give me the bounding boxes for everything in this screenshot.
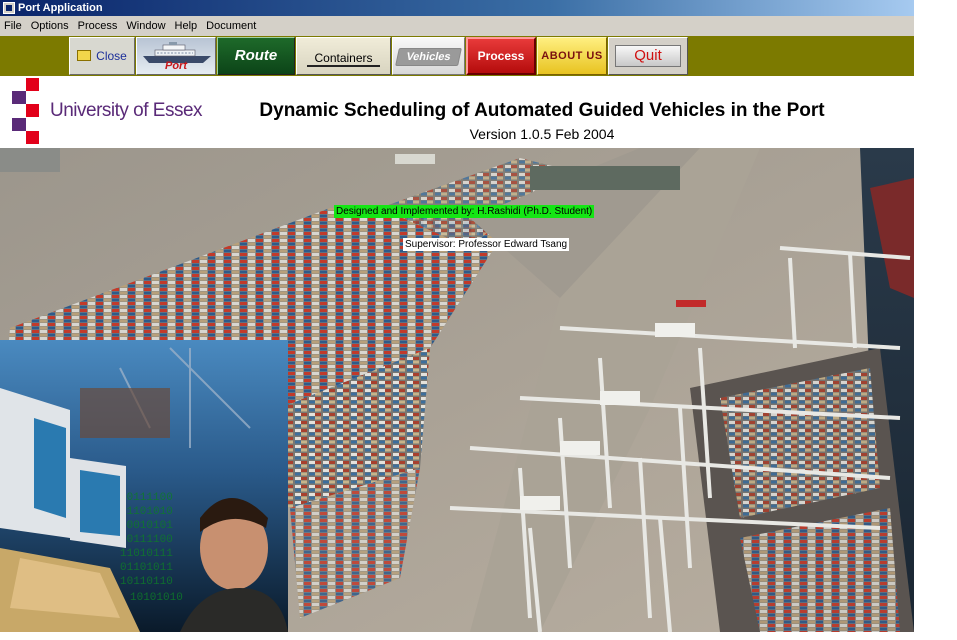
svg-text:11101010: 11101010 [120,506,173,518]
svg-text:10111100: 10111100 [120,534,173,546]
containers-label: Containers [314,51,373,65]
about-us-label: ABOUT US [541,50,603,62]
page-title: Dynamic Scheduling of Automated Guided V… [259,100,825,121]
folder-icon [77,50,92,61]
svg-text:10101010: 10101010 [130,592,183,604]
svg-text:11010111: 11010111 [120,548,173,560]
svg-text:01101011: 01101011 [120,562,173,574]
version-text: Version 1.0.5 Feb 2004 [469,126,615,142]
menu-file[interactable]: File [0,16,27,36]
port-scene-image: 10111100 11101010 00010101 10111100 1101… [0,148,914,632]
title-bar: Port Application [0,0,914,16]
process-label: Process [477,49,525,63]
vehicles-label: Vehicles [395,48,462,66]
svg-text:10111100: 10111100 [120,492,173,504]
route-label: Route [234,47,278,64]
header: University of Essex Dynamic Scheduling o… [0,76,914,148]
containers-underline [307,65,380,67]
menu-window[interactable]: Window [122,16,170,36]
window-title: Port Application [18,2,103,14]
computer-inset-image: 10111100 11101010 00010101 10111100 1101… [0,340,288,632]
toolbar: Close Port Route Containers Vehicles Pro… [0,36,914,76]
port-button[interactable]: Port [136,37,216,75]
port-label: Port [165,60,187,72]
university-logo [12,78,39,144]
route-button[interactable]: Route [217,37,295,75]
menu-help[interactable]: Help [171,16,203,36]
process-button[interactable]: Process [466,37,536,75]
vehicles-button[interactable]: Vehicles [392,37,465,75]
close-label: Close [96,49,127,63]
port-aerial-photo: 10111100 11101010 00010101 10111100 1101… [0,148,914,632]
menu-process[interactable]: Process [74,16,123,36]
quit-label: Quit [615,45,681,67]
containers-button[interactable]: Containers [296,37,391,75]
designer-credit: Designed and Implemented by: H.Rashidi (… [334,205,595,218]
svg-text:00010101: 00010101 [120,520,173,532]
about-us-button[interactable]: ABOUT US [537,37,607,75]
menu-document[interactable]: Document [202,16,261,36]
menu-bar: File Options Process Window Help Document [0,16,914,36]
app-icon [3,2,15,14]
quit-button[interactable]: Quit [608,37,688,75]
menu-options[interactable]: Options [27,16,74,36]
close-button[interactable]: Close [69,37,135,75]
university-name: University of Essex [50,100,203,121]
svg-text:10110110: 10110110 [120,576,173,588]
supervisor-credit: Supervisor: Professor Edward Tsang [403,238,570,251]
